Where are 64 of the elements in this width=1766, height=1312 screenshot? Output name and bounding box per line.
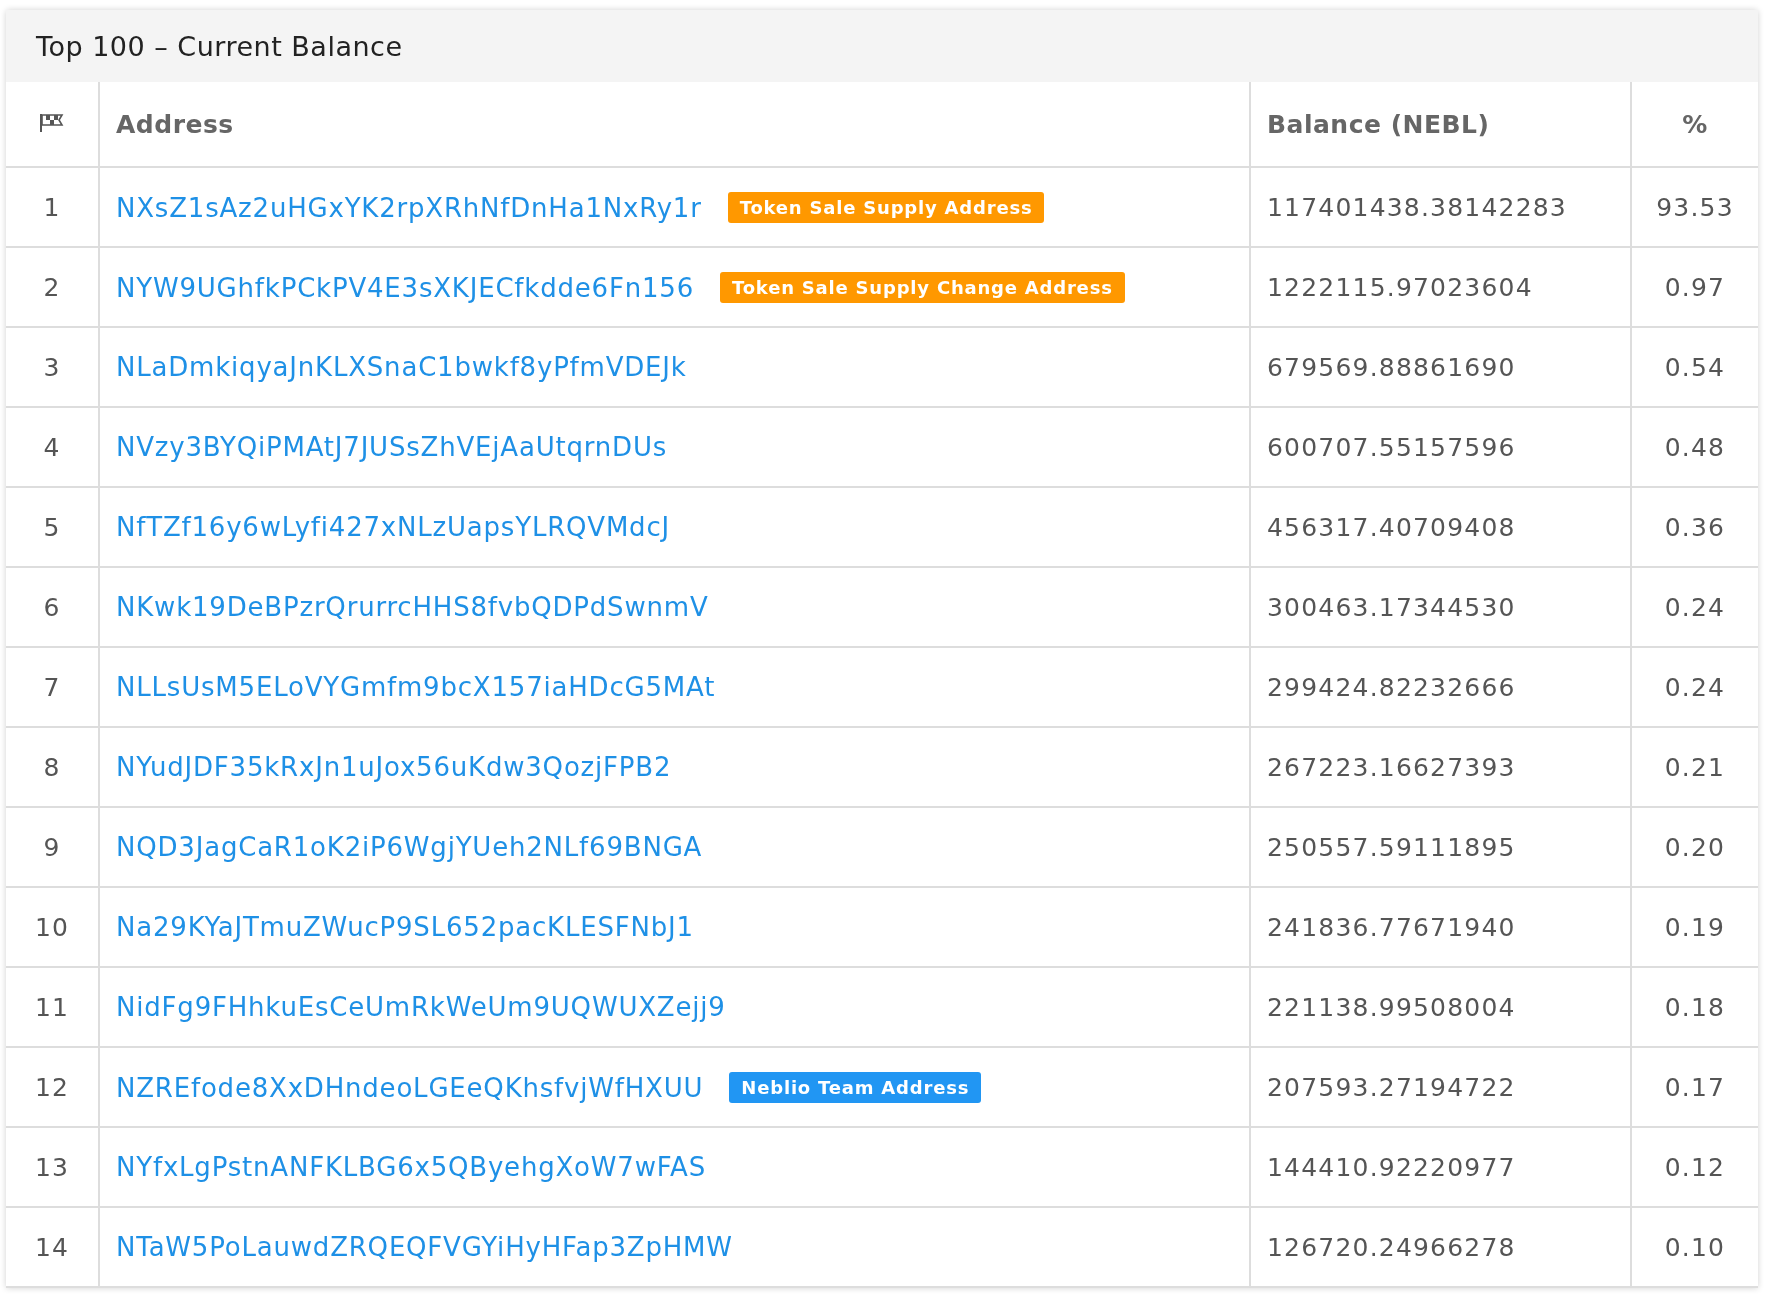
percent-value: 0.48 <box>1664 432 1726 462</box>
rank-number: 9 <box>43 832 61 862</box>
rank-number: 13 <box>34 1152 70 1182</box>
rank-number: 14 <box>34 1232 70 1262</box>
address-tag: Token Sale Supply Address <box>727 191 1045 223</box>
percent-value: 0.24 <box>1664 672 1726 702</box>
address-link[interactable]: NfTZf16y6wLyfi427xNLzUapsYLRQVMdcJ <box>116 512 670 542</box>
percent-value: 0.21 <box>1664 752 1726 782</box>
balance-value: 144410.92220977 <box>1267 1152 1516 1182</box>
rank-number: 12 <box>34 1072 70 1102</box>
address-link[interactable]: NKwk19DeBPzrQrurrcHHS8fvbQDPdSwnmV <box>116 592 709 622</box>
rank-number: 11 <box>34 992 70 1022</box>
address-link[interactable]: Na29KYaJTmuZWucP9SL652pacKLESFNbJ1 <box>116 912 694 942</box>
percent-value: 0.12 <box>1664 1152 1726 1182</box>
rank-number: 7 <box>43 672 61 702</box>
balance-value: 1222115.97023604 <box>1267 272 1533 302</box>
balance-value: 250557.59111895 <box>1267 832 1516 862</box>
percent-value: 0.36 <box>1664 512 1726 542</box>
address-link[interactable]: NYfxLgPstnANFKLBG6x5QByehgXoW7wFAS <box>116 1152 706 1182</box>
balance-value: 267223.16627393 <box>1267 752 1516 782</box>
address-link[interactable]: NZREfode8XxDHndeoLGEeQKhsfvjWfHXUU <box>116 1072 704 1103</box>
rank-number: 4 <box>43 432 61 462</box>
flag-icon <box>39 112 65 133</box>
address-link[interactable]: NidFg9FHhkuEsCeUmRkWeUm9UQWUXZejj9 <box>116 992 726 1022</box>
percent-value: 0.20 <box>1664 832 1726 862</box>
balance-value: 207593.27194722 <box>1267 1072 1516 1102</box>
address-link[interactable]: NTaW5PoLauwdZRQEQFVGYiHyHFap3ZpHMW <box>116 1232 733 1262</box>
address-tag: Neblio Team Address <box>729 1071 982 1103</box>
address-link[interactable]: NLLsUsM5ELoVYGmfm9bcX157iaHDcG5MAt <box>116 672 716 702</box>
column-header: Address <box>116 109 234 139</box>
rank-number: 1 <box>43 192 61 222</box>
balance-value: 299424.82232666 <box>1267 672 1516 702</box>
address-link[interactable]: NVzy3BYQiPMAtJ7JUSsZhVEjAaUtqrnDUs <box>116 432 668 462</box>
percent-value: 0.97 <box>1664 272 1726 302</box>
address-link[interactable]: NXsZ1sAz2uHGxYK2rpXRhNfDnHa1NxRy1r <box>116 192 702 223</box>
percent-value: 0.24 <box>1664 592 1726 622</box>
balance-value: 679569.88861690 <box>1267 352 1516 382</box>
rank-number: 5 <box>43 512 61 542</box>
rank-number: 2 <box>43 272 61 302</box>
address-link[interactable]: NLaDmkiqyaJnKLXSnaC1bwkf8yPfmVDEJk <box>116 352 687 382</box>
balance-value: 221138.99508004 <box>1267 992 1516 1022</box>
percent-value: 0.18 <box>1664 992 1726 1022</box>
panel-title: Top 100 – Current Balance <box>36 30 403 62</box>
rank-number: 8 <box>43 752 61 782</box>
rank-number: 6 <box>43 592 61 622</box>
percent-value: 0.10 <box>1664 1232 1726 1262</box>
balance-value: 241836.77671940 <box>1267 912 1516 942</box>
rank-number: 10 <box>34 912 70 942</box>
rank-number: 3 <box>43 352 61 382</box>
address-link[interactable]: NYW9UGhfkPCkPV4E3sXKJECfkdde6Fn156 <box>116 272 694 303</box>
balance-value: 456317.40709408 <box>1267 512 1516 542</box>
address-tag: Token Sale Supply Change Address <box>720 271 1125 303</box>
address-link[interactable]: NYudJDF35kRxJn1uJox56uKdw3QozjFPB2 <box>116 752 672 782</box>
column-header: % <box>1682 109 1708 139</box>
percent-value: 93.53 <box>1656 192 1734 222</box>
percent-value: 0.19 <box>1664 912 1726 942</box>
address-link[interactable]: NQD3JagCaR1oK2iP6WgjYUeh2NLf69BNGA <box>116 832 703 862</box>
balance-value: 117401438.38142283 <box>1267 192 1567 222</box>
percent-value: 0.54 <box>1664 352 1726 382</box>
balance-value: 300463.17344530 <box>1267 592 1516 622</box>
balance-value: 126720.24966278 <box>1267 1232 1516 1262</box>
percent-value: 0.17 <box>1664 1072 1726 1102</box>
balance-value: 600707.55157596 <box>1267 432 1516 462</box>
column-header: Balance (NEBL) <box>1267 109 1490 139</box>
